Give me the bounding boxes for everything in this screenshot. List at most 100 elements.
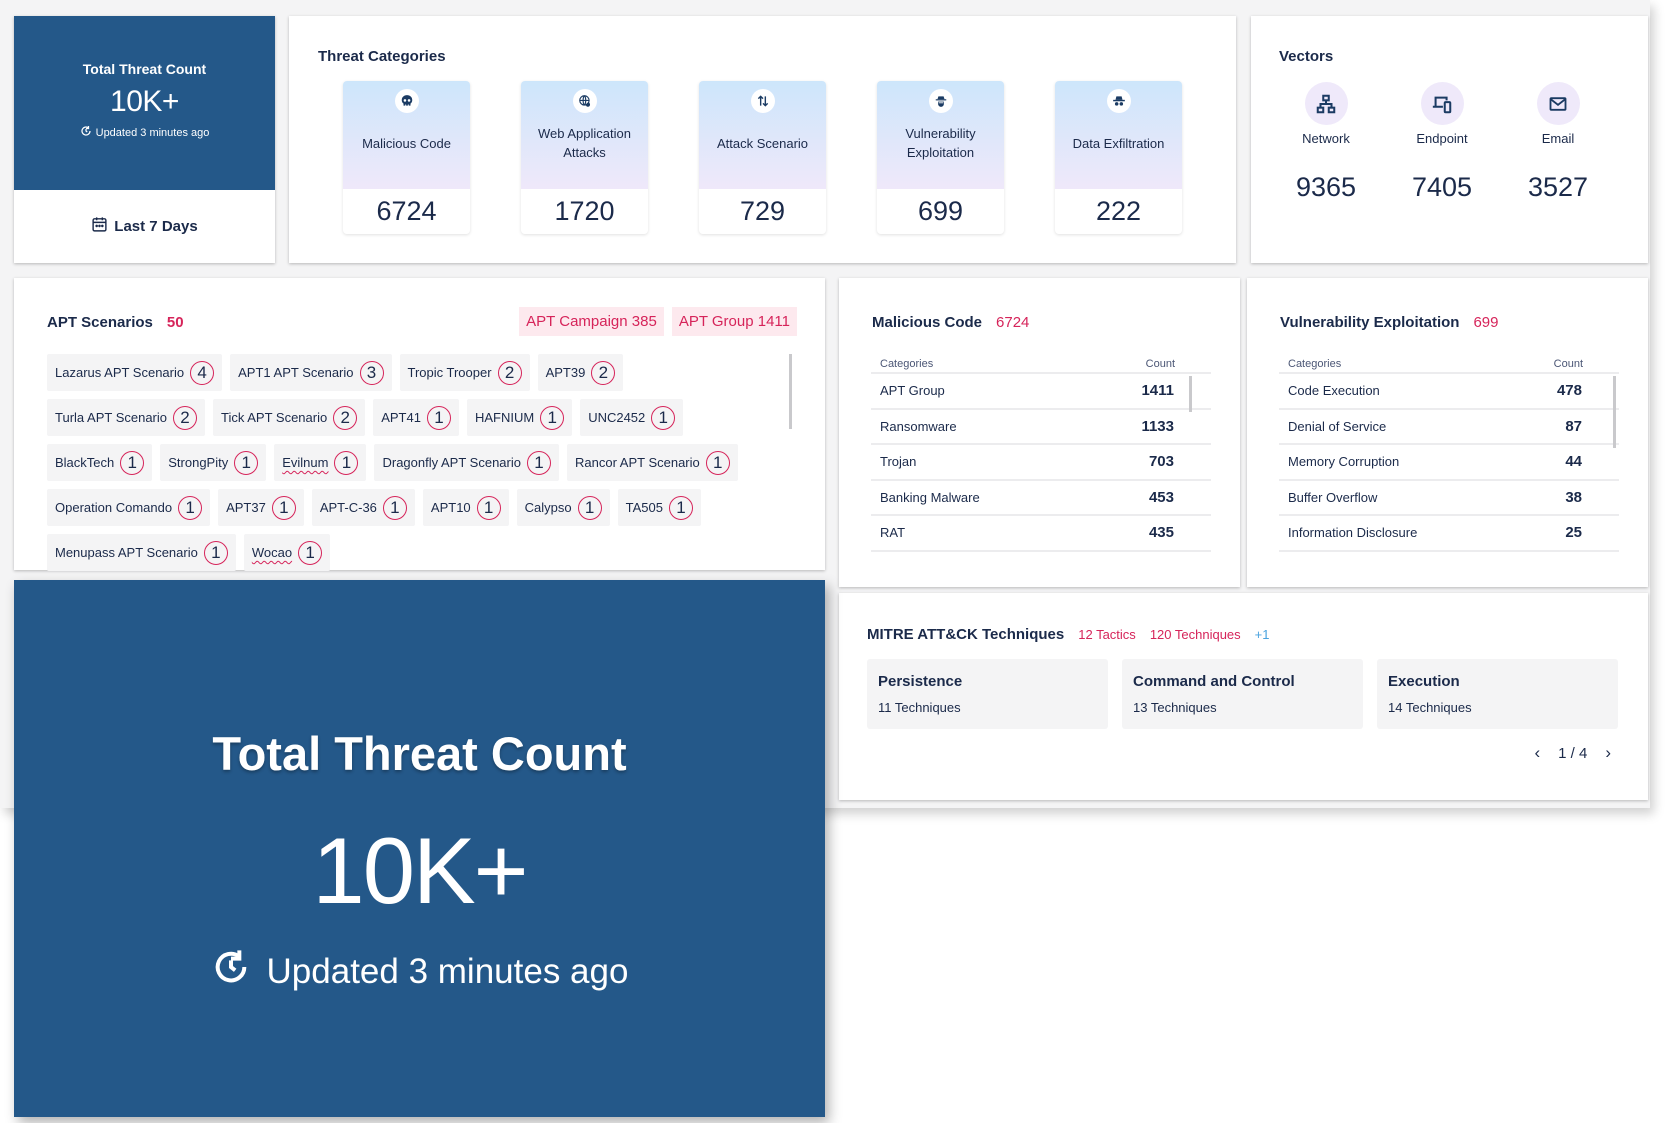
apt-chip[interactable]: APT39 2	[537, 354, 624, 391]
category-card-web-application-attacks[interactable]: Web Application Attacks 1720	[521, 81, 648, 234]
updated-status: Updated 3 minutes ago	[14, 125, 275, 140]
apt-chip-name: Menupass APT Scenario	[55, 545, 198, 560]
total-threat-value-large: 10K+	[312, 818, 528, 923]
row-count: 87	[1565, 417, 1582, 435]
network-icon	[1304, 82, 1348, 125]
apt-chip[interactable]: BlackTech 1	[47, 444, 153, 481]
malicious-code-scrollbar[interactable]	[1189, 376, 1192, 412]
vulnerability-exploitation-panel: Vulnerability Exploitation 699 Categorie…	[1247, 278, 1648, 587]
tactic-name: Command and Control	[1133, 673, 1295, 690]
category-card-malicious-code[interactable]: Malicious Code 6724	[343, 81, 470, 234]
table-row[interactable]: Buffer Overflow 38	[1279, 481, 1619, 516]
apt-chip[interactable]: HAFNIUM 1	[466, 399, 573, 436]
row-category: Banking Malware	[880, 489, 980, 505]
vector-label: Network	[1302, 131, 1350, 146]
vulnerability-exploitation-table: Categories Count Code Execution 478 Denial…	[1279, 354, 1619, 552]
vector-count: 3527	[1527, 172, 1589, 202]
apt-chip-count: 1	[540, 405, 565, 430]
row-category: Memory Corruption	[1288, 454, 1400, 470]
total-threat-value: 10K+	[110, 85, 179, 118]
apt-chip[interactable]: StrongPity 1	[160, 444, 267, 481]
row-count: 1133	[1141, 417, 1174, 435]
apt-chip[interactable]: Lazarus APT Scenario 4	[47, 354, 223, 391]
apt-campaign-badge[interactable]: APT Campaign 385	[519, 307, 664, 336]
threat-categories-panel: Threat Categories Malicious Code 6724 We…	[289, 16, 1236, 263]
date-range-selector[interactable]: Last 7 Days	[14, 190, 275, 263]
apt-chip[interactable]: Turla APT Scenario 2	[47, 399, 205, 436]
category-card-attack-scenario[interactable]: Attack Scenario 729	[699, 81, 826, 234]
column-count: Count	[1145, 358, 1175, 370]
table-row[interactable]: Memory Corruption 44	[1279, 445, 1619, 481]
apt-chip[interactable]: APT10 1	[422, 489, 509, 526]
table-row[interactable]: Code Execution 478	[1279, 374, 1619, 410]
apt-chip-name: APT1 APT Scenario	[238, 365, 354, 380]
apt-chip-count: 1	[271, 495, 296, 520]
apt-chip[interactable]: Tropic Trooper 2	[399, 354, 530, 391]
category-label: Vulnerability Exploitation	[905, 126, 976, 160]
category-card-vulnerability-exploitation[interactable]: Vulnerability Exploitation 699	[877, 81, 1004, 234]
bug-spy-icon	[928, 89, 953, 113]
apt-chip[interactable]: Menupass APT Scenario 1	[47, 534, 236, 571]
apt-chip-count: 1	[298, 540, 323, 565]
chevron-right-icon[interactable]: ›	[1605, 743, 1611, 763]
apt-chip[interactable]: Wocao 1	[243, 534, 331, 571]
mitre-attack-panel: MITRE ATT&CK Techniques 12 Tactics 120 T…	[839, 593, 1648, 800]
table-row[interactable]: Information Disclosure 25	[1279, 516, 1619, 552]
vulnerability-scrollbar[interactable]	[1613, 376, 1616, 448]
row-count: 478	[1556, 382, 1582, 400]
tactic-card-command-and-control[interactable]: Command and Control 13 Techniques	[1122, 659, 1363, 729]
apt-chip-count: 4	[190, 360, 215, 385]
row-count: 435	[1148, 524, 1174, 542]
apt-chip[interactable]: Calypso 1	[516, 489, 610, 526]
apt-scrollbar[interactable]	[789, 354, 792, 429]
apt-chip-name: BlackTech	[55, 455, 115, 470]
category-card-data-exfiltration[interactable]: Data Exfiltration 222	[1055, 81, 1182, 234]
row-category: Code Execution	[1288, 383, 1380, 399]
apt-chip[interactable]: TA505 1	[617, 489, 701, 526]
apt-chip[interactable]: UNC2452 1	[580, 399, 684, 436]
row-count: 453	[1148, 488, 1174, 506]
apt-chip[interactable]: APT1 APT Scenario 3	[230, 354, 392, 391]
apt-chip[interactable]: Evilnum 1	[274, 444, 367, 481]
apt-chip[interactable]: Operation Comando 1	[47, 489, 211, 526]
apt-chip[interactable]: APT-C-36 1	[311, 489, 415, 526]
category-label: Attack Scenario	[716, 135, 809, 151]
row-category: Trojan	[880, 454, 917, 470]
apt-chip-name: TA505	[625, 500, 663, 515]
apt-chip[interactable]: APT41 1	[373, 399, 459, 436]
table-row[interactable]: APT Group 1411	[871, 374, 1211, 410]
tactic-card-execution[interactable]: Execution 14 Techniques	[1377, 659, 1618, 729]
table-header: Categories Count	[1279, 354, 1619, 374]
vector-network[interactable]: Network 9365	[1291, 82, 1361, 203]
mitre-more-link[interactable]: +1	[1255, 627, 1270, 642]
spy-hat-icon	[1106, 89, 1131, 113]
table-row[interactable]: Ransomware 1133	[871, 410, 1211, 445]
apt-group-badge[interactable]: APT Group 1411	[671, 307, 797, 336]
tactic-card-persistence[interactable]: Persistence 11 Techniques	[867, 659, 1108, 729]
table-row[interactable]: Banking Malware 453	[871, 481, 1211, 516]
calendar-icon	[91, 216, 108, 237]
vector-label: Email	[1541, 131, 1575, 146]
apt-chip-name: Wocao	[251, 545, 293, 560]
total-threat-title: Total Threat Count	[82, 61, 207, 77]
apt-chip[interactable]: Dragonfly APT Scenario 1	[374, 444, 559, 481]
row-category: Denial of Service	[1288, 418, 1387, 434]
refresh-clock-icon	[211, 947, 251, 996]
apt-chip-name: Dragonfly APT Scenario	[382, 455, 521, 470]
vectors-panel: Vectors Network 9365 Endpoint 7405 Email…	[1251, 16, 1648, 263]
apt-chip[interactable]: APT37 1	[218, 489, 304, 526]
row-count: 44	[1565, 453, 1582, 471]
row-count: 1411	[1141, 382, 1174, 400]
column-categories: Categories	[880, 358, 934, 370]
table-row[interactable]: Trojan 703	[871, 445, 1211, 481]
chevron-left-icon[interactable]: ‹	[1534, 743, 1540, 763]
table-row[interactable]: Denial of Service 87	[1279, 410, 1619, 445]
vector-endpoint[interactable]: Endpoint 7405	[1407, 82, 1477, 203]
apt-chip[interactable]: Rancor APT Scenario 1	[566, 444, 738, 481]
table-row[interactable]: RAT 435	[871, 516, 1211, 552]
category-count: 699	[917, 196, 964, 226]
globe-fire-icon	[572, 89, 597, 113]
arrows-up-down-icon	[750, 89, 775, 113]
vector-email[interactable]: Email 3527	[1523, 82, 1593, 203]
apt-chip[interactable]: Tick APT Scenario 2	[213, 399, 366, 436]
